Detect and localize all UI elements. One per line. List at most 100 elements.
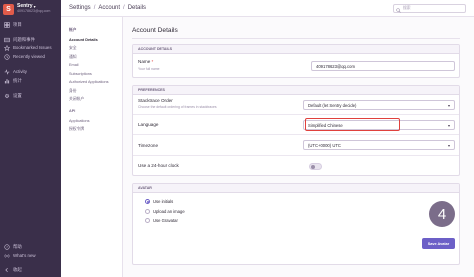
name-field[interactable]: 409178623@qq.com: [311, 61, 455, 71]
sidebar-item-label: What's new: [13, 253, 36, 258]
subnav-item-notifications[interactable]: 通知: [69, 55, 77, 60]
timezone-select[interactable]: (UTC+0000) UTC ▾: [303, 140, 455, 150]
stacktrace-value: Default (let Sentry decide): [308, 102, 357, 108]
search-placeholder: 搜索: [403, 6, 411, 10]
name-row: Name * Your full name 409178623@qq.com: [133, 54, 459, 77]
radio-label: Upload an image: [153, 209, 185, 214]
broadcast-icon: [4, 253, 10, 259]
avatar-panel: AVATAR Use initials Upload an image Use …: [132, 183, 460, 265]
name-help: Your full name: [138, 67, 160, 71]
stats-icon: [4, 78, 10, 84]
subnav-item-auth-tokens[interactable]: 授权令牌: [69, 127, 84, 132]
breadcrumb-separator: /: [93, 5, 96, 11]
timezone-value: (UTC+0000) UTC: [308, 142, 341, 148]
search-icon: [396, 0, 401, 18]
issues-icon: [4, 37, 10, 43]
panel-header: PREFERENCES: [133, 86, 459, 95]
star-icon: [4, 44, 10, 51]
sidebar-item-label: Bookmarked Issues: [13, 45, 52, 50]
sidebar: S Sentry ▾ 409178623@qq.com 项目 问题和事件 Book…: [0, 0, 61, 277]
stacktrace-row: Stacktrace Order Choose the default orde…: [133, 95, 459, 115]
org-email: 409178623@qq.com: [17, 9, 51, 13]
avatar-preview: 4: [429, 201, 455, 227]
subnav-item-account-details[interactable]: Account Details: [69, 38, 98, 42]
name-label: Name *: [138, 59, 154, 64]
stacktrace-select[interactable]: Default (let Sentry decide) ▾: [303, 100, 455, 110]
timezone-label: Timezone: [138, 143, 158, 148]
sidebar-item-label: 收起: [13, 266, 22, 272]
sidebar-item-settings[interactable]: 设置: [4, 92, 22, 99]
breadcrumb-account[interactable]: Account: [98, 5, 120, 11]
gear-icon: [4, 93, 10, 99]
clock-label: Use a 24-hour clock: [138, 163, 179, 168]
top-bar: Settings / Account / Details 搜索: [61, 0, 474, 17]
subnav-item-close-account[interactable]: 关闭帐户: [69, 97, 84, 102]
settings-subnav: 帐户 Account Details 安全 通知 Email Subscript…: [61, 17, 123, 277]
panel-header: AVATAR: [133, 184, 459, 193]
sidebar-item-label: Recently viewed: [13, 54, 45, 59]
radio-upload-image[interactable]: Upload an image: [145, 209, 185, 214]
clock-toggle[interactable]: [309, 163, 322, 170]
account-details-panel: ACCOUNT DETAILS Name * Your full name 40…: [132, 44, 460, 78]
breadcrumb-settings[interactable]: Settings: [69, 5, 91, 11]
subnav-item-authorized-apps[interactable]: Authorized Applications: [69, 80, 108, 84]
sidebar-item-bookmarked[interactable]: Bookmarked Issues: [4, 44, 52, 51]
sidebar-item-whats-new[interactable]: What's new: [4, 252, 36, 259]
page-title: Account Details: [132, 27, 178, 34]
search-input[interactable]: 搜索: [393, 4, 466, 13]
radio-button[interactable]: [145, 209, 150, 214]
sidebar-item-label: 设置: [13, 92, 22, 98]
subnav-item-email[interactable]: Email: [69, 63, 79, 67]
sidebar-item-stats[interactable]: 统计: [4, 77, 22, 84]
activity-icon: [4, 68, 10, 75]
language-label: Language: [138, 122, 159, 127]
clock-row: Use a 24-hour clock: [133, 156, 459, 175]
breadcrumb-separator: /: [123, 5, 125, 11]
sidebar-item-activity[interactable]: Activity: [4, 68, 27, 75]
subnav-item-subscriptions[interactable]: Subscriptions: [69, 72, 92, 76]
stacktrace-help: Choose the default ordering of frames in…: [138, 105, 217, 109]
subnav-item-identities[interactable]: 身份: [69, 89, 77, 94]
divider: [132, 38, 460, 39]
radio-button[interactable]: [145, 199, 150, 204]
radio-label: Use Gravatar: [153, 218, 178, 223]
sidebar-item-label: 统计: [13, 77, 22, 83]
timezone-row: Timezone (UTC+0000) UTC ▾: [133, 135, 459, 156]
sidebar-item-projects[interactable]: 项目: [4, 21, 22, 28]
main-content: Account Details ACCOUNT DETAILS Name * Y…: [123, 17, 474, 277]
help-icon: ?: [4, 243, 10, 250]
stacktrace-label: Stacktrace Order: [138, 98, 173, 103]
breadcrumb-details: Details: [127, 5, 147, 11]
chevron-down-icon: ▾: [447, 142, 450, 148]
language-highlight-box: [305, 118, 400, 131]
radio-use-initials[interactable]: Use initials: [145, 199, 173, 204]
sidebar-item-label: 帮助: [13, 243, 22, 249]
sidebar-item-label: 问题和事件: [13, 36, 35, 42]
subnav-header-account: 帐户: [69, 28, 77, 32]
sidebar-item-label: 项目: [13, 21, 22, 27]
collapse-icon: [4, 267, 10, 273]
chevron-down-icon: ▾: [447, 102, 450, 108]
projects-icon: [4, 21, 10, 28]
subnav-item-applications[interactable]: Applications: [69, 119, 89, 123]
sidebar-item-recent[interactable]: Recently viewed: [4, 53, 45, 60]
sidebar-item-help[interactable]: ? 帮助: [4, 243, 22, 250]
toggle-knob: [311, 165, 315, 169]
subnav-item-security[interactable]: 安全: [69, 46, 77, 51]
breadcrumb: Settings / Account / Details: [69, 5, 146, 11]
svg-text:?: ?: [6, 245, 8, 249]
preferences-panel: PREFERENCES Stacktrace Order Choose the …: [132, 85, 460, 176]
sidebar-item-issues[interactable]: 问题和事件: [4, 36, 35, 43]
radio-button[interactable]: [145, 218, 150, 223]
org-switcher[interactable]: S Sentry ▾ 409178623@qq.com: [3, 4, 50, 15]
subnav-header-api: API: [69, 109, 76, 113]
chevron-down-icon: ▾: [447, 122, 450, 128]
org-avatar: S: [3, 4, 14, 15]
language-row: Language Simplified Chinese ▾: [133, 115, 459, 135]
radio-use-gravatar[interactable]: Use Gravatar: [145, 218, 178, 223]
sidebar-item-label: Activity: [13, 69, 27, 74]
radio-label: Use initials: [153, 199, 174, 204]
save-avatar-button[interactable]: Save Avatar: [422, 238, 455, 249]
clock-icon: [4, 53, 10, 60]
sidebar-item-collapse[interactable]: 收起: [4, 266, 22, 273]
